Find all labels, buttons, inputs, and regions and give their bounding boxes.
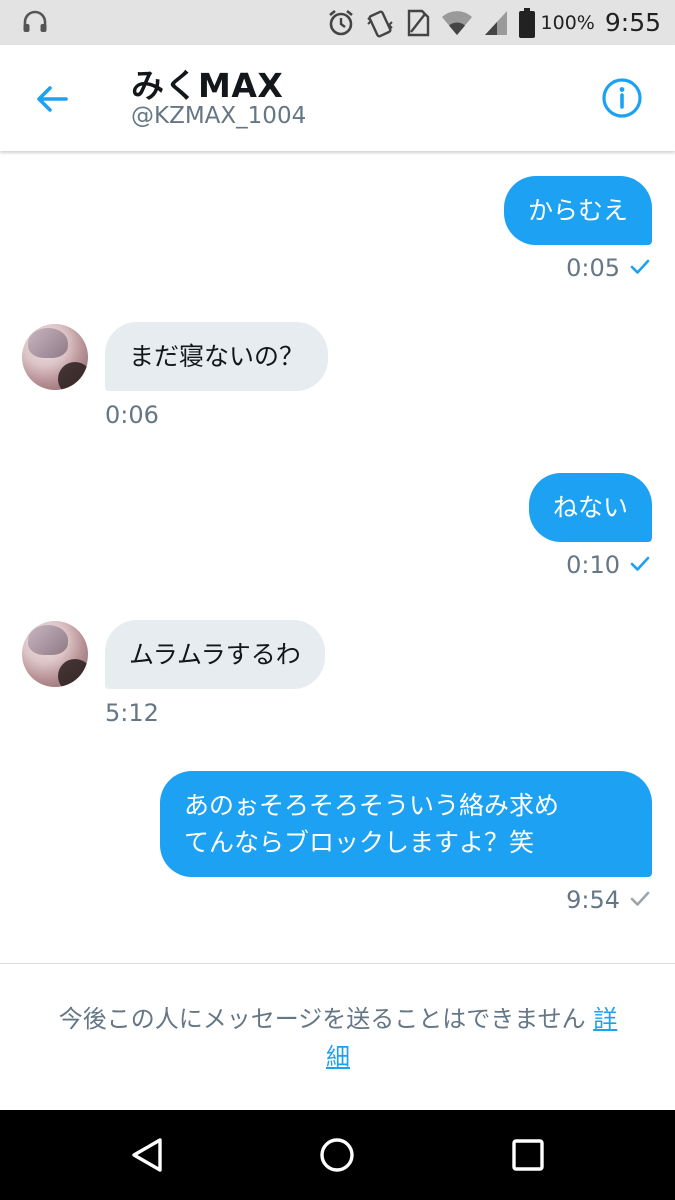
headphones-icon	[22, 10, 48, 34]
status-clock: 9:55	[604, 8, 661, 37]
details-link-part2[interactable]: 細	[326, 1043, 350, 1071]
message-meta: 0:10	[566, 551, 650, 579]
avatar-shade	[58, 362, 88, 390]
notice-text: 今後この人にメッセージを送ることはできません	[58, 1005, 586, 1033]
message-text: まだ寝ないの？	[129, 342, 305, 371]
message-meta: 0:05	[566, 254, 650, 282]
message-time: 0:05	[566, 254, 620, 282]
back-arrow-icon	[30, 86, 74, 125]
avatar-shade	[58, 659, 88, 687]
home-circle-icon	[317, 1135, 357, 1175]
conversation-header: みくMAX @KZMAX_1004	[0, 45, 675, 151]
recents-square-icon	[508, 1135, 548, 1175]
avatar-hair	[28, 328, 68, 358]
battery-percentage: 100%	[540, 11, 595, 34]
signal-icon	[483, 9, 509, 37]
message-time: 5:12	[105, 699, 159, 727]
vibrate-icon	[365, 8, 395, 38]
status-bar: 100% 9:55	[0, 0, 675, 45]
nav-home-button[interactable]	[317, 1135, 357, 1175]
message-text-line: あのぉそろそろそういう絡み求め	[184, 791, 560, 820]
message-bubble-incoming[interactable]: まだ寝ないの？	[105, 322, 329, 391]
wifi-icon	[441, 9, 473, 37]
nav-recents-button[interactable]	[508, 1135, 548, 1175]
message-meta: 0:06	[105, 401, 159, 429]
back-button[interactable]	[30, 77, 74, 121]
message-bubble-incoming[interactable]: ムラムラするわ	[105, 620, 325, 689]
avatar[interactable]	[22, 324, 88, 390]
message-list[interactable]: からむえ 0:05 まだ寝ないの？ 0:06 ねない 0:10 ムラムラするわ …	[0, 151, 675, 963]
back-triangle-icon	[127, 1135, 167, 1175]
avatar-hair	[28, 625, 68, 655]
message-meta: 9:54	[566, 886, 650, 914]
cannot-message-notice: 今後この人にメッセージを送ることはできません 詳細	[0, 963, 675, 1110]
battery-icon	[518, 7, 535, 38]
info-icon	[601, 78, 643, 123]
alarm-icon	[327, 9, 355, 37]
nav-back-button[interactable]	[127, 1135, 167, 1175]
message-text: からむえ	[527, 196, 628, 225]
details-link-part1[interactable]: 詳	[593, 1005, 617, 1033]
message-time: 9:54	[566, 886, 620, 914]
message-bubble-outgoing[interactable]: からむえ	[503, 176, 652, 245]
notice-text-block: 今後この人にメッセージを送ることはできません 詳細	[28, 1000, 648, 1076]
message-text: ムラムラするわ	[129, 640, 301, 669]
conversation-handle: @KZMAX_1004	[131, 103, 307, 129]
conversation-title[interactable]: みくMAX	[131, 59, 283, 107]
avatar[interactable]	[22, 621, 88, 687]
sent-check-icon	[630, 886, 650, 914]
info-button[interactable]	[601, 77, 643, 119]
android-nav-bar	[0, 1110, 675, 1200]
message-time: 0:10	[566, 551, 620, 579]
read-check-icon	[630, 254, 650, 282]
message-text-line: てんならブロックしますよ？笑	[184, 828, 535, 857]
message-bubble-outgoing[interactable]: あのぉそろそろそういう絡み求め てんならブロックしますよ？笑	[160, 771, 652, 877]
message-meta: 5:12	[105, 699, 159, 727]
no-sim-icon	[405, 8, 431, 38]
message-bubble-outgoing[interactable]: ねない	[528, 473, 652, 542]
message-text: ねない	[552, 493, 628, 522]
read-check-icon	[630, 551, 650, 579]
message-time: 0:06	[105, 401, 159, 429]
